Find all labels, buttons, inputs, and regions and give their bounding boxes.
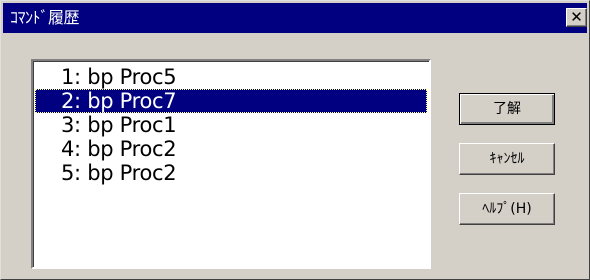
cancel-button[interactable]: ｷｬﾝｾﾙ [459, 143, 555, 175]
list-item[interactable]: 5: bp Proc2 [35, 161, 427, 185]
list-item-label: 5: bp Proc2 [61, 161, 177, 185]
title-bar[interactable]: ｺﾏﾝﾄﾞ履歴 ✕ [3, 3, 587, 33]
close-icon: ✕ [570, 8, 583, 26]
help-button-label: ﾍﾙﾌﾟ(H) [482, 201, 532, 217]
ok-button[interactable]: 了解 [459, 93, 555, 125]
list-item[interactable]: 4: bp Proc2 [35, 137, 427, 161]
list-item[interactable]: 3: bp Proc1 [35, 113, 427, 137]
list-item-label: 1: bp Proc5 [61, 65, 177, 89]
list-item-label: 4: bp Proc2 [61, 137, 177, 161]
close-button[interactable]: ✕ [566, 8, 587, 27]
history-listbox[interactable]: 1: bp Proc5 2: bp Proc7 3: bp Proc1 4: b… [31, 59, 431, 269]
list-item-label: 2: bp Proc7 [61, 89, 177, 113]
command-history-dialog: ｺﾏﾝﾄﾞ履歴 ✕ 1: bp Proc5 2: bp Proc7 3: bp … [0, 0, 590, 280]
list-item-label: 3: bp Proc1 [61, 113, 177, 137]
list-item[interactable]: 1: bp Proc5 [35, 65, 427, 89]
ok-button-label: 了解 [493, 101, 521, 117]
help-button[interactable]: ﾍﾙﾌﾟ(H) [459, 193, 555, 225]
cancel-button-label: ｷｬﾝｾﾙ [489, 151, 525, 167]
list-item-selected[interactable]: 2: bp Proc7 [35, 89, 427, 113]
dialog-title: ｺﾏﾝﾄﾞ履歴 [10, 8, 80, 27]
